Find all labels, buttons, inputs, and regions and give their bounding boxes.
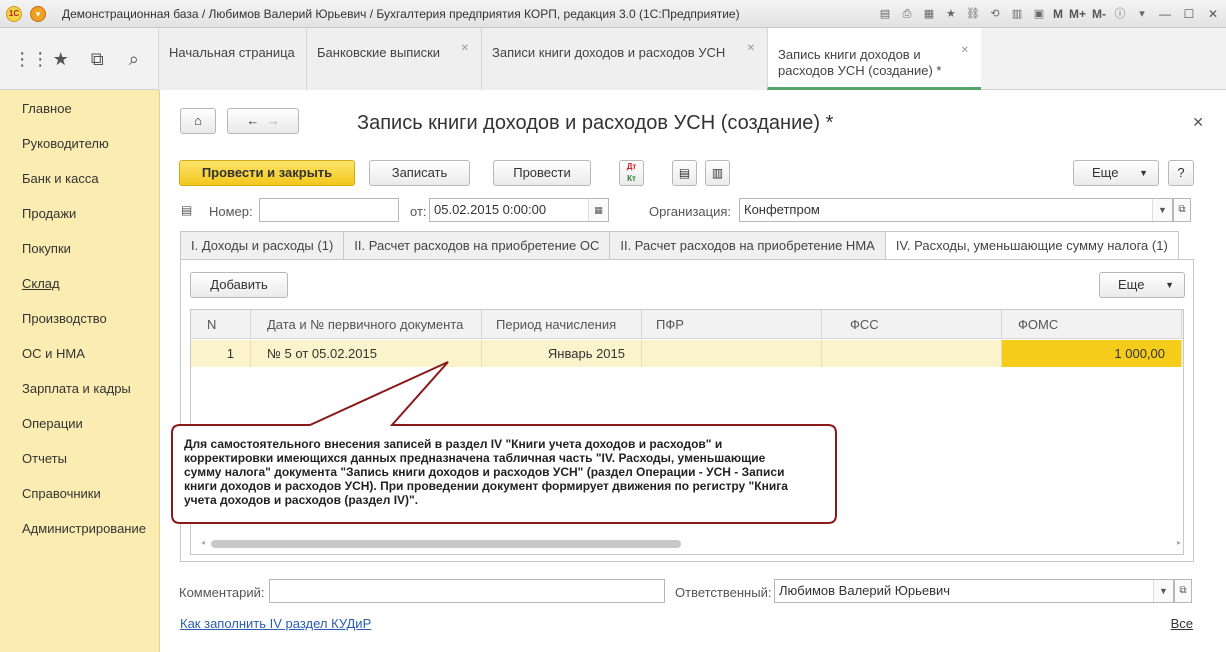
tab-bank-statements[interactable]: Банковские выписки ✕ bbox=[306, 28, 481, 90]
tab-usn-record-new[interactable]: Запись книги доходов и расходов УСН (соз… bbox=[767, 28, 981, 90]
sidebar-item-catalogs[interactable]: Справочники bbox=[22, 486, 101, 501]
close-window-icon[interactable]: ✕ bbox=[1204, 6, 1222, 22]
tab-label-line1: Запись книги доходов и bbox=[778, 47, 921, 62]
window-titlebar: 1С ▾ Демонстрационная база / Любимов Вал… bbox=[0, 0, 1226, 28]
document-form: ⌂ ← → Запись книги доходов и расходов УС… bbox=[160, 90, 1226, 652]
callout-text: Для самостоятельного внесения записей в … bbox=[184, 437, 788, 507]
responsible-label: Ответственный: bbox=[675, 585, 772, 600]
preview-icon[interactable]: ▦ bbox=[921, 6, 937, 22]
favorites-icon[interactable]: ★ bbox=[943, 6, 959, 22]
close-icon[interactable]: ✕ bbox=[961, 43, 969, 59]
history-icon[interactable]: ⟲ bbox=[987, 6, 1003, 22]
info-icon[interactable]: ⓘ bbox=[1112, 6, 1128, 22]
sidebar-item-reports[interactable]: Отчеты bbox=[22, 451, 67, 466]
sidebar-item-main[interactable]: Главное bbox=[22, 101, 72, 116]
tab-label: Начальная страница bbox=[169, 45, 295, 60]
dropdown-icon[interactable]: ▾ bbox=[1134, 6, 1150, 22]
save-icon[interactable]: ▤ bbox=[877, 6, 893, 22]
sidebar-item-sales[interactable]: Продажи bbox=[22, 206, 76, 221]
open-responsible-icon[interactable]: ⧉ bbox=[1174, 579, 1192, 603]
tab-home[interactable]: Начальная страница bbox=[158, 28, 306, 90]
search-icon[interactable]: ⌕ bbox=[123, 49, 145, 70]
sections-panel: Главное Руководителю Банк и касса Продаж… bbox=[0, 90, 160, 652]
memory-plus-button[interactable]: M+ bbox=[1069, 7, 1086, 21]
history-icon[interactable]: ⧉ bbox=[86, 49, 108, 70]
close-icon[interactable]: ✕ bbox=[461, 43, 469, 54]
titlebar-tools: ▤ ⎙ ▦ ★ ⛓ ⟲ ▥ ▣ M M+ M- ⓘ ▾ — ☐ ✕ bbox=[877, 4, 1222, 24]
sidebar-item-admin[interactable]: Администрирование bbox=[22, 521, 146, 536]
tab-usn-records[interactable]: Записи книги доходов и расходов УСН ✕ bbox=[481, 28, 767, 90]
comment-label: Комментарий: bbox=[179, 585, 265, 600]
top-panel-icons: ⋮⋮ ★ ⧉ ⌕ bbox=[0, 28, 158, 90]
main-menu-button[interactable]: ▾ bbox=[30, 6, 46, 22]
sidebar-item-bank[interactable]: Банк и касса bbox=[22, 171, 99, 186]
calendar-icon[interactable]: ▣ bbox=[1031, 6, 1047, 22]
app-logo-icon: 1С bbox=[6, 6, 22, 22]
close-icon[interactable]: ✕ bbox=[747, 43, 755, 54]
window-title: Демонстрационная база / Любимов Валерий … bbox=[62, 7, 740, 21]
sidebar-item-operations[interactable]: Операции bbox=[22, 416, 83, 431]
minimize-icon[interactable]: — bbox=[1156, 6, 1174, 22]
responsible-field[interactable]: Любимов Валерий Юрьевич ▼ bbox=[774, 579, 1174, 603]
all-functions-icon[interactable]: ⋮⋮ bbox=[13, 49, 49, 70]
memory-button[interactable]: M bbox=[1053, 7, 1063, 21]
maximize-icon[interactable]: ☐ bbox=[1180, 6, 1198, 22]
sidebar-item-warehouse[interactable]: Склад bbox=[22, 276, 60, 291]
tab-label-line2: расходов УСН (создание) * bbox=[778, 63, 942, 78]
top-panel: ⋮⋮ ★ ⧉ ⌕ Начальная страница Банковские в… bbox=[0, 28, 1226, 90]
tab-label: Записи книги доходов и расходов УСН bbox=[492, 45, 726, 60]
all-link[interactable]: Все bbox=[1171, 616, 1193, 631]
sidebar-item-manager[interactable]: Руководителю bbox=[22, 136, 109, 151]
tab-label: Банковские выписки bbox=[317, 45, 441, 60]
responsible-value: Любимов Валерий Юрьевич bbox=[779, 583, 951, 598]
calculator-icon[interactable]: ▥ bbox=[1009, 6, 1025, 22]
sidebar-item-salary[interactable]: Зарплата и кадры bbox=[22, 381, 131, 396]
print-icon[interactable]: ⎙ bbox=[899, 6, 915, 22]
chevron-down-icon[interactable]: ▼ bbox=[1153, 580, 1173, 602]
comment-field[interactable] bbox=[269, 579, 665, 603]
link-icon[interactable]: ⛓ bbox=[965, 6, 981, 22]
favorites-star-icon[interactable]: ★ bbox=[50, 49, 72, 70]
callout-shape bbox=[171, 361, 837, 524]
sidebar-item-purchases[interactable]: Покупки bbox=[22, 241, 71, 256]
help-fill-link[interactable]: Как заполнить IV раздел КУДиР bbox=[180, 616, 371, 631]
sidebar-item-assets[interactable]: ОС и НМА bbox=[22, 346, 85, 361]
open-windows-tabs: Начальная страница Банковские выписки ✕ … bbox=[158, 28, 981, 90]
memory-minus-button[interactable]: M- bbox=[1092, 7, 1106, 21]
sidebar-item-production[interactable]: Производство bbox=[22, 311, 107, 326]
